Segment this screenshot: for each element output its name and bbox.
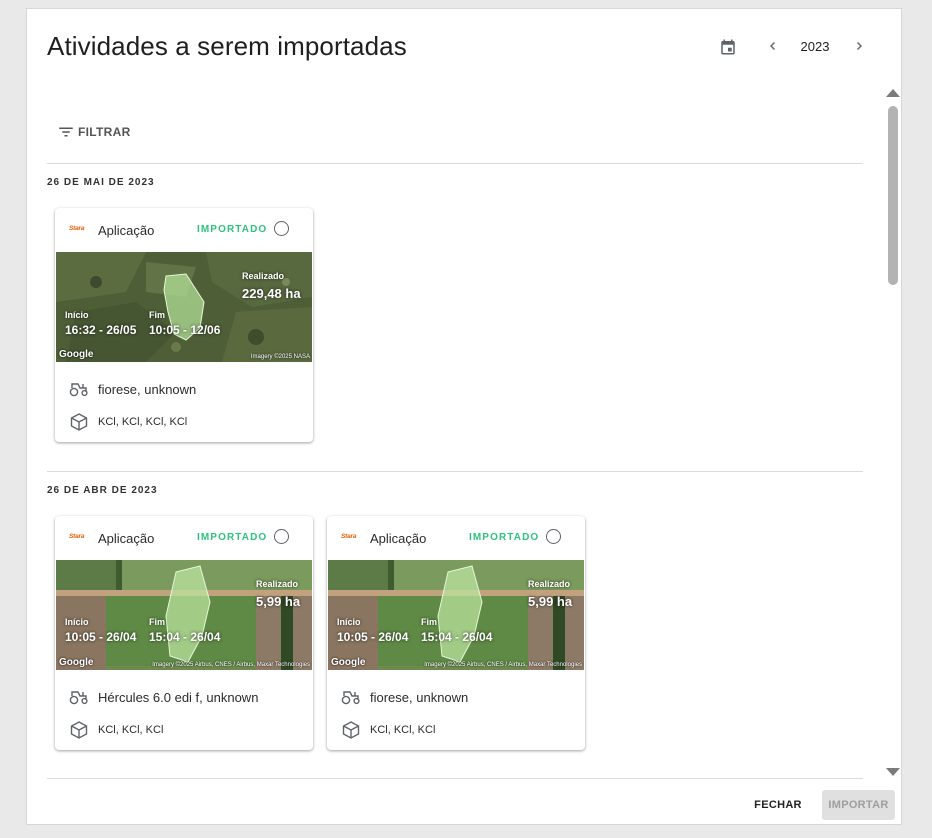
year-label: 2023 [800, 39, 830, 54]
product-row: KCl, KCl, KCl, KCl [69, 413, 187, 431]
select-radio[interactable] [274, 221, 289, 236]
realizado-label: Realizado [528, 579, 571, 589]
activity-card[interactable]: Stara Aplicação IMPORTADO [55, 208, 313, 442]
status-badge: IMPORTADO [197, 224, 268, 235]
tractor-icon [69, 691, 88, 705]
machine-name: fiorese, unknown [370, 689, 469, 705]
scroll-down-arrow[interactable] [886, 768, 900, 776]
stara-logo: Stara [69, 225, 85, 232]
end-time: 15:04 - 26/04 [421, 630, 493, 644]
stara-logo: Stara [341, 533, 357, 540]
select-radio[interactable] [274, 529, 289, 544]
start-label: Início [65, 310, 89, 320]
import-dialog: Atividades a serem importadas 2023 FILTR… [26, 8, 902, 825]
product-row: KCl, KCl, KCl [69, 721, 163, 739]
imagery-credit: Imagery ©2025 Airbus, CNES / Airbus, Max… [424, 662, 582, 668]
end-time: 10:05 - 12/06 [149, 323, 221, 337]
google-logo: Google [59, 349, 94, 360]
card-header: Stara Aplicação IMPORTADO [327, 516, 585, 560]
filter-label: FILTRAR [78, 125, 131, 139]
box-icon [70, 413, 88, 431]
date-group-header: 26 DE ABR DE 2023 [47, 485, 158, 496]
tractor-icon [341, 691, 360, 705]
activity-list: FILTRAR 26 DE MAI DE 2023 Stara Aplicaçã… [27, 89, 901, 779]
google-logo: Google [59, 657, 94, 668]
machine-name: fiorese, unknown [98, 381, 197, 397]
stara-logo: Stara [69, 533, 85, 540]
start-time: 10:05 - 26/04 [337, 630, 409, 644]
end-label: Fim [149, 617, 166, 627]
end-label: Fim [421, 617, 438, 627]
google-logo: Google [331, 657, 366, 668]
start-label: Início [65, 617, 89, 627]
activity-type: Aplicação [98, 531, 155, 546]
chevron-right-icon[interactable] [851, 38, 867, 54]
field-map: Realizado 5,99 ha Início 10:05 - 26/04 F… [328, 560, 584, 670]
page-title: Atividades a serem importadas [47, 31, 407, 61]
divider [47, 163, 863, 164]
product-list: KCl, KCl, KCl [370, 724, 436, 736]
select-radio[interactable] [546, 529, 561, 544]
filter-button[interactable]: FILTRAR [57, 122, 131, 142]
realizado-label: Realizado [242, 271, 285, 281]
start-label: Início [337, 617, 361, 627]
start-time: 16:32 - 26/05 [65, 323, 137, 337]
realizado-label: Realizado [256, 579, 299, 589]
card-header: Stara Aplicação IMPORTADO [55, 516, 313, 560]
machine-row: fiorese, unknown [341, 689, 468, 705]
filter-icon [59, 127, 73, 137]
area-value: 5,99 ha [256, 594, 301, 609]
scrollbar[interactable] [886, 89, 900, 779]
activity-type: Aplicação [370, 531, 427, 546]
import-button[interactable]: IMPORTAR [822, 790, 895, 820]
area-value: 229,48 ha [242, 286, 301, 301]
status-badge: IMPORTADO [469, 532, 540, 543]
calendar-icon[interactable] [719, 38, 737, 56]
area-value: 5,99 ha [528, 594, 573, 609]
product-row: KCl, KCl, KCl [341, 721, 435, 739]
activity-card[interactable]: Stara Aplicação IMPORTADO [327, 516, 585, 750]
start-time: 10:05 - 26/04 [65, 630, 137, 644]
chevron-left-icon[interactable] [765, 38, 781, 54]
close-button[interactable]: FECHAR [747, 790, 809, 820]
product-list: KCl, KCl, KCl, KCl [98, 416, 188, 428]
scroll-up-arrow[interactable] [886, 89, 900, 97]
end-time: 15:04 - 26/04 [149, 630, 221, 644]
scroll-thumb[interactable] [888, 106, 898, 285]
machine-row: fiorese, unknown [69, 381, 196, 397]
field-map: Realizado 229,48 ha Início 16:32 - 26/05… [56, 252, 312, 362]
date-group-header: 26 DE MAI DE 2023 [47, 177, 155, 188]
imagery-credit: Imagery ©2025 NASA [250, 354, 310, 360]
divider [47, 471, 863, 472]
divider [47, 778, 863, 779]
activity-type: Aplicação [98, 223, 155, 238]
machine-name: Hércules 6.0 edi f, unknown [98, 689, 259, 705]
field-map: Realizado 5,99 ha Início 10:05 - 26/04 F… [56, 560, 312, 670]
product-list: KCl, KCl, KCl [98, 724, 164, 736]
status-badge: IMPORTADO [197, 532, 268, 543]
box-icon [342, 721, 360, 739]
box-icon [70, 721, 88, 739]
card-header: Stara Aplicação IMPORTADO [55, 208, 313, 252]
end-label: Fim [149, 310, 166, 320]
imagery-credit: Imagery ©2025 Airbus, CNES / Airbus, Max… [152, 662, 310, 668]
activity-card[interactable]: Stara Aplicação IMPORTADO [55, 516, 313, 750]
machine-row: Hércules 6.0 edi f, unknown [69, 689, 258, 705]
tractor-icon [69, 383, 88, 397]
